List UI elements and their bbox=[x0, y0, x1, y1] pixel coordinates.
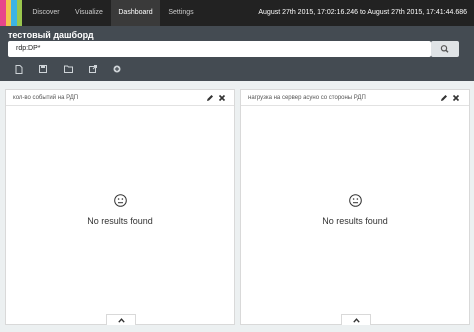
empty-state: No results found bbox=[241, 194, 469, 226]
chevron-up-icon bbox=[352, 317, 360, 323]
nav-settings[interactable]: Settings bbox=[163, 0, 199, 26]
new-dashboard-icon bbox=[15, 64, 23, 74]
close-icon[interactable] bbox=[452, 94, 460, 102]
query-input[interactable]: rdp:DP* bbox=[8, 41, 431, 57]
panel-footer bbox=[6, 314, 234, 325]
panel-title: нагрузка на сервер асуно со стороны РДП bbox=[248, 95, 366, 101]
no-results-text: No results found bbox=[322, 216, 388, 226]
close-icon[interactable] bbox=[218, 94, 226, 102]
top-navbar: Discover Visualize Dashboard Settings Au… bbox=[0, 0, 474, 26]
visualization-panel: нагрузка на сервер асуно со стороны РДП … bbox=[240, 89, 470, 325]
panel-expand-toggle[interactable] bbox=[341, 314, 371, 325]
share-icon bbox=[89, 65, 97, 73]
frown-face-icon bbox=[348, 194, 362, 207]
panel-footer bbox=[241, 314, 469, 325]
kibana-logo[interactable] bbox=[0, 0, 22, 26]
open-dashboard-button[interactable] bbox=[62, 63, 74, 75]
frown-face-icon bbox=[113, 194, 127, 207]
edit-pencil-icon[interactable] bbox=[206, 94, 214, 102]
edit-pencil-icon[interactable] bbox=[440, 94, 448, 102]
no-results-text: No results found bbox=[87, 216, 153, 226]
nav-discover[interactable]: Discover bbox=[26, 0, 66, 26]
nav-visualize[interactable]: Visualize bbox=[69, 0, 109, 26]
time-range-picker[interactable]: August 27th 2015, 17:02:16.246 to August… bbox=[258, 0, 467, 26]
query-input-value: rdp:DP* bbox=[16, 45, 41, 52]
open-icon bbox=[63, 65, 73, 73]
panel-title: кол-во событий на РДП bbox=[13, 95, 79, 101]
nav-dashboard[interactable]: Dashboard bbox=[111, 0, 160, 26]
panel-header: кол-во событий на РДП bbox=[6, 90, 234, 106]
add-visualization-button[interactable] bbox=[111, 63, 123, 75]
share-dashboard-button[interactable] bbox=[87, 63, 99, 75]
chevron-up-icon bbox=[117, 317, 125, 323]
search-icon bbox=[440, 45, 449, 53]
panel-expand-toggle[interactable] bbox=[106, 314, 136, 325]
add-visualization-icon bbox=[113, 65, 121, 73]
empty-state: No results found bbox=[6, 194, 234, 226]
save-icon bbox=[39, 65, 47, 73]
dashboard-header: тестовый дашборд rdp:DP* bbox=[0, 26, 474, 81]
panel-header: нагрузка на сервер асуно со стороны РДП bbox=[241, 90, 469, 106]
save-dashboard-button[interactable] bbox=[37, 63, 49, 75]
visualization-panel: кол-во событий на РДП No results found bbox=[5, 89, 235, 325]
dashboard-title: тестовый дашборд bbox=[8, 30, 94, 40]
search-button[interactable] bbox=[431, 41, 459, 57]
new-dashboard-button[interactable] bbox=[13, 63, 25, 75]
